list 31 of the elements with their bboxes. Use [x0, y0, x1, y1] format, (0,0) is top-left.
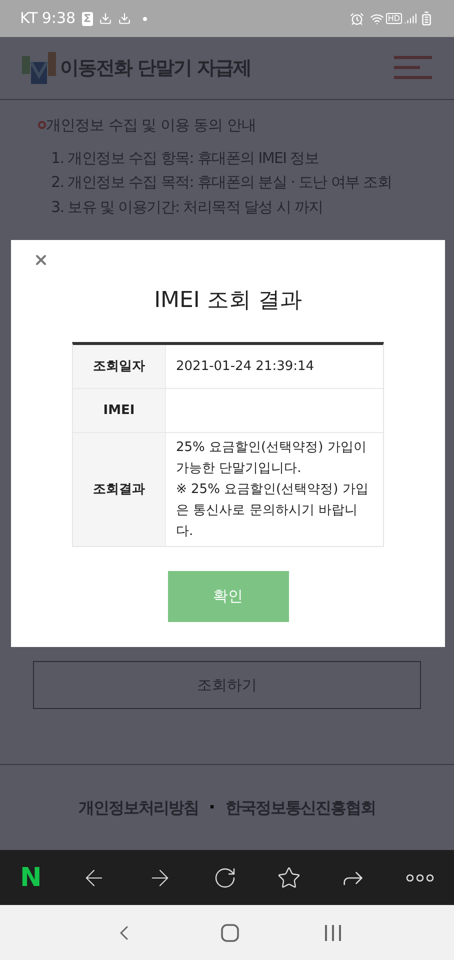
- carrier-text: KT: [20, 8, 38, 30]
- search-button[interactable]: 조회하기: [33, 661, 421, 709]
- table-header-cell: IMEI: [73, 389, 166, 432]
- reload-icon[interactable]: [212, 866, 237, 890]
- hd-icon: HD: [386, 13, 402, 24]
- table-cell-text: 25% 요금할인(선택약정) 가입이 가능한 단말기입니다. ※ 25% 요금할인(선택약정) 가입은 통신사로 문의하시기 바랍니다.: [175, 439, 370, 541]
- confirm-button[interactable]: 확인: [168, 571, 288, 622]
- clock-text: 9:38: [42, 8, 76, 30]
- bullet-icon: [38, 121, 46, 130]
- more-icon[interactable]: [406, 874, 434, 882]
- sigma-icon: Σ: [82, 12, 94, 26]
- home-icon[interactable]: [220, 924, 239, 942]
- bookmark-icon[interactable]: [276, 866, 301, 890]
- recents-icon[interactable]: [324, 924, 342, 940]
- site-title: 이동전화 단말기 자급제: [60, 56, 252, 81]
- table-header-cell: 조회결과: [73, 433, 166, 546]
- wifi-icon: [370, 12, 384, 26]
- dialog-title: IMEI 조회 결과: [154, 287, 302, 315]
- alarm-icon: [350, 12, 364, 26]
- download-icon: [99, 12, 112, 25]
- table-cell-text: 2021-01-24 21:39:14: [175, 358, 316, 376]
- download-icon: [118, 12, 132, 25]
- separator-text: ·: [208, 796, 216, 820]
- footer-link[interactable]: 한국정보통신진흥협회: [225, 796, 376, 820]
- logo-text[interactable]: N: [20, 864, 42, 890]
- notice-item: 3. 보유 및 이용기간: 처리목적 달성 시 까지: [51, 196, 324, 218]
- logo-icon: [22, 52, 56, 84]
- footer-link[interactable]: 개인정보처리방침: [78, 796, 199, 820]
- battery-icon: [419, 11, 434, 26]
- close-button[interactable]: [33, 252, 49, 268]
- table-header-cell: 조회일자: [73, 345, 166, 388]
